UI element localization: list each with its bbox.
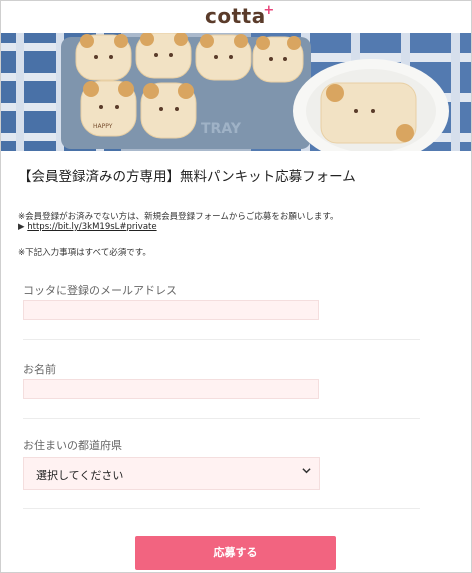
prefecture-selected-value: 選択してください: [36, 469, 124, 482]
divider: [23, 418, 420, 419]
divider: [23, 508, 420, 509]
name-label: お名前: [23, 363, 56, 376]
hero-image: TRAY HAPPY: [1, 33, 471, 151]
logo-text: cotta: [205, 4, 266, 28]
submit-button[interactable]: 応募する: [135, 536, 336, 570]
bear-bread-photo: TRAY HAPPY: [1, 33, 471, 151]
email-label: コッタに登録のメールアドレス: [23, 284, 177, 297]
registration-link[interactable]: https://bit.ly/3kM19sL#private: [27, 222, 156, 232]
logo-plus-icon: +: [263, 3, 275, 18]
svg-text:TRAY: TRAY: [201, 121, 242, 137]
name-field[interactable]: [23, 379, 319, 399]
email-field[interactable]: [23, 300, 319, 320]
prefecture-label: お住まいの都道府県: [23, 439, 122, 452]
registration-note: ※会員登録がお済みでない方は、新規会員登録フォームからご応募をお願いします。: [18, 212, 339, 222]
prefecture-select[interactable]: 選択してください: [23, 457, 320, 490]
divider: [23, 339, 420, 340]
header: cotta +: [1, 1, 471, 33]
registration-link-row: ▶ https://bit.ly/3kM19sL#private: [18, 222, 157, 232]
form-title: 【会員登録済みの方専用】無料パンキット応募フォーム: [18, 169, 356, 185]
chevron-down-icon: [302, 466, 311, 478]
required-note: ※下記入力事項はすべて必須です。: [18, 248, 151, 258]
svg-text:HAPPY: HAPPY: [93, 123, 113, 130]
play-arrow-icon: ▶: [18, 222, 25, 232]
cotta-logo[interactable]: cotta +: [205, 3, 274, 28]
